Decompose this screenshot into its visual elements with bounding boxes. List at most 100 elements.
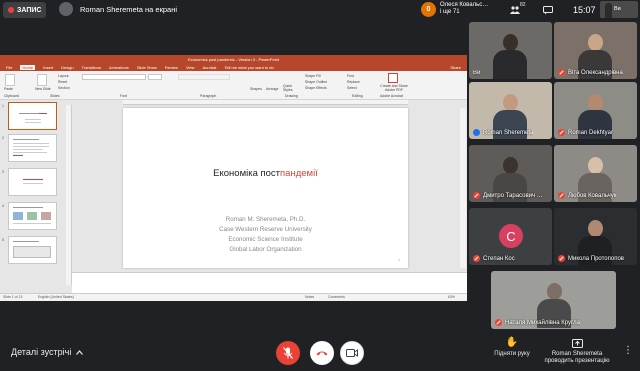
tab-transitions[interactable]: Transitions <box>82 65 101 70</box>
thumb-number: 5 <box>2 238 4 242</box>
create-share-pdf-label[interactable]: Create and Share Adobe PDF <box>376 84 412 92</box>
notification-more: і ще 71 <box>440 9 460 15</box>
end-call-button[interactable] <box>310 341 334 365</box>
tab-acrobat[interactable]: Acrobat <box>203 65 217 70</box>
mic-muted-icon <box>558 129 565 136</box>
recording-button[interactable]: ЗАПИС <box>3 2 47 18</box>
new-slide-icon[interactable] <box>37 74 47 86</box>
chat-icon[interactable] <box>541 3 555 17</box>
current-slide[interactable]: Економіка постпандемії Roman M. Sheremet… <box>123 108 408 268</box>
share-button[interactable]: Share <box>450 65 461 70</box>
horizontal-ruler <box>123 100 408 105</box>
participant-tile[interactable]: Микола Протопопов <box>554 208 637 265</box>
slide-thumb-5[interactable] <box>8 236 57 264</box>
comments-button[interactable]: Comments <box>328 295 345 299</box>
meeting-details-button[interactable]: Деталі зустрічі <box>11 347 84 357</box>
slide-affiliation-3: Global Labor Organization <box>229 246 302 253</box>
self-view[interactable]: Ви <box>600 1 638 18</box>
tab-review[interactable]: Review <box>165 65 178 70</box>
ppt-status-bar: Slide 1 of 13 English (United States) No… <box>0 293 467 301</box>
participant-name-row: Roman Sheremeta <box>473 129 533 136</box>
participant-name: Віта Олександрівна <box>568 69 623 76</box>
presentation-status-button[interactable]: Roman Sheremeta проводить презентацію <box>543 339 611 365</box>
tab-animations[interactable]: Animations <box>109 65 129 70</box>
paste-label: Paste <box>4 87 13 91</box>
participant-tile[interactable]: С Степан Кос <box>469 208 552 265</box>
participant-tile[interactable]: Дмитро Тарасович … <box>469 145 552 202</box>
notification-text[interactable]: Олеся Ковальс… і ще 71 <box>440 2 488 16</box>
camera-toggle-button[interactable] <box>340 341 364 365</box>
tab-home[interactable]: Home <box>20 65 36 70</box>
tab-view[interactable]: View <box>186 65 195 70</box>
raise-hand-button[interactable]: ✋ Підняти руку <box>490 338 534 358</box>
mic-toggle-button[interactable] <box>276 341 300 365</box>
font-size-box[interactable] <box>148 74 162 80</box>
shape-effects-label[interactable]: Shape Effects <box>305 86 327 90</box>
select-label[interactable]: Select <box>347 86 357 90</box>
participant-tile[interactable]: Roman Dekhtyar <box>554 82 637 139</box>
participant-name: Ви <box>473 70 481 76</box>
presenter-avatar <box>59 2 73 16</box>
slide-title: Економіка постпандемії <box>123 168 408 179</box>
tab-design[interactable]: Design <box>61 65 73 70</box>
shapes-label[interactable]: Shapes <box>250 87 262 91</box>
slide-thumb-2[interactable] <box>8 134 57 162</box>
vertical-scrollbar[interactable] <box>460 108 466 268</box>
paragraph-controls[interactable] <box>178 74 230 80</box>
tell-me-search[interactable]: Tell me what you want to do <box>224 65 273 70</box>
raise-hand-label: Підняти руку <box>494 351 530 357</box>
slide-thumb-4[interactable] <box>8 202 57 230</box>
participant-tile[interactable]: Любов Ковальчук <box>554 145 637 202</box>
adobe-pdf-icon[interactable] <box>388 73 398 83</box>
participant-video <box>493 34 527 79</box>
tab-insert[interactable]: Insert <box>43 65 53 70</box>
zoom-level[interactable]: 63% <box>448 295 455 299</box>
thumb-number: 1 <box>2 104 4 108</box>
quick-styles-label[interactable]: Quick Styles <box>283 84 297 92</box>
participant-name: Микола Протопопов <box>568 255 624 262</box>
status-language[interactable]: English (United States) <box>38 295 74 299</box>
slide-title-highlight: пандемії <box>280 168 318 179</box>
speaking-indicator-icon <box>473 129 480 136</box>
shared-screen: Economics post pandemic - Version 3 - Po… <box>0 55 467 301</box>
participant-name: Наталя Михайлівна Кругла <box>505 319 580 326</box>
camera-icon <box>346 349 358 357</box>
notes-button[interactable]: Notes <box>305 295 314 299</box>
notification-badge[interactable]: 0 <box>421 2 436 17</box>
more-options-button[interactable]: ⋮ <box>622 346 634 359</box>
tab-file[interactable]: File <box>6 65 12 70</box>
participant-avatar: С <box>499 224 523 248</box>
shape-fill-label[interactable]: Shape Fill <box>305 74 321 78</box>
people-count: 82 <box>520 2 526 8</box>
paste-icon[interactable] <box>5 74 15 86</box>
self-figure <box>605 3 612 18</box>
layout-label[interactable]: Layout <box>58 74 69 78</box>
shape-outline-label[interactable]: Shape Outline <box>305 80 327 84</box>
participant-name: Дмитро Тарасович … <box>483 192 543 199</box>
participant-tile[interactable]: Наталя Михайлівна Кругла <box>491 271 616 329</box>
arrange-label[interactable]: Arrange <box>266 87 278 91</box>
vertical-ruler <box>66 105 72 285</box>
font-name-box[interactable] <box>82 74 146 80</box>
participant-tile[interactable]: Віта Олександрівна <box>554 22 637 79</box>
reset-label[interactable]: Reset <box>58 80 67 84</box>
notes-pane[interactable] <box>72 272 467 293</box>
replace-label[interactable]: Replace <box>347 80 360 84</box>
participant-name-row: Любов Ковальчук <box>558 192 616 199</box>
clipboard-group: Clipboard <box>4 94 19 98</box>
participant-tile[interactable]: Roman Sheremeta <box>469 82 552 139</box>
slide-thumb-1[interactable] <box>8 102 57 130</box>
presenting-label: Roman Sheremeta на екрані <box>80 5 178 14</box>
participant-name-row: Микола Протопопов <box>558 255 624 262</box>
section-label[interactable]: Section <box>58 86 70 90</box>
present-screen-icon <box>543 339 611 351</box>
slide-thumbnails: 1 2 3 4 5 <box>0 100 66 293</box>
drawing-group: Drawing <box>285 94 298 98</box>
tab-slide-show[interactable]: Slide Show <box>137 65 157 70</box>
find-label[interactable]: Find <box>347 74 354 78</box>
participant-name-row: Дмитро Тарасович … <box>473 192 543 199</box>
slide-thumb-3[interactable] <box>8 168 57 196</box>
participant-tile[interactable]: Ви <box>469 22 552 79</box>
slide-title-main: Економіка пост <box>213 168 281 179</box>
slide-author: Roman M. Sheremeta, Ph.D. <box>225 216 306 223</box>
